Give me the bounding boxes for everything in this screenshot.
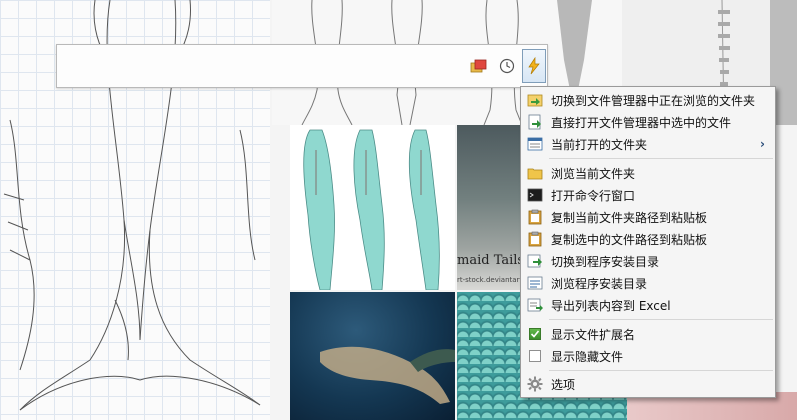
program-list-icon <box>527 275 543 291</box>
menu-item-switch-to-install-dir[interactable]: 切换到程序安装目录 <box>523 250 773 272</box>
photo-caption: maid Tails <box>457 253 522 268</box>
menu-item-show-hidden-files[interactable]: 显示隐藏文件 <box>523 345 773 367</box>
menu-item-browse-install-dir[interactable]: 浏览程序安装目录 <box>523 272 773 294</box>
program-folder-icon <box>527 253 543 269</box>
menu-item-copy-file-path[interactable]: 复制选中的文件路径到粘贴板 <box>523 228 773 250</box>
terminal-icon <box>527 187 543 203</box>
folder-switch-icon <box>527 92 543 108</box>
clock-icon[interactable] <box>498 57 516 75</box>
menu-separator <box>549 370 773 371</box>
clipboard-icon <box>527 231 543 247</box>
menu-item-show-file-extensions[interactable]: 显示文件扩展名 <box>523 323 773 345</box>
menu-item-open-command-prompt[interactable]: 打开命令行窗口 <box>523 184 773 206</box>
menu-item-current-open-folders[interactable]: 当前打开的文件夹 › <box>523 133 773 155</box>
mermaid-anatomy-image <box>290 125 455 290</box>
checkbox-checked-icon <box>527 326 543 342</box>
quick-access-menu: 切换到文件管理器中正在浏览的文件夹 直接打开文件管理器中选中的文件 当前打开的文… <box>520 86 776 398</box>
menu-separator <box>549 158 773 159</box>
checkbox-unchecked-icon <box>527 348 543 364</box>
submenu-arrow-icon: › <box>760 137 765 151</box>
folder-icon <box>527 165 543 181</box>
gear-icon <box>527 376 543 392</box>
export-icon <box>527 297 543 313</box>
menu-separator <box>549 319 773 320</box>
photo-subcaption: rt-stock.deviantart.com <box>457 276 522 284</box>
clipboard-icon <box>527 209 543 225</box>
underwater-photo <box>290 292 455 420</box>
folders-icon[interactable] <box>470 57 488 75</box>
lightning-icon[interactable] <box>522 49 546 83</box>
menu-item-export-to-excel[interactable]: 导出列表内容到 Excel <box>523 294 773 316</box>
menu-item-browse-current-folder[interactable]: 浏览当前文件夹 <box>523 162 773 184</box>
folder-list-icon <box>527 136 543 152</box>
menu-item-copy-folder-path[interactable]: 复制当前文件夹路径到粘贴板 <box>523 206 773 228</box>
menu-item-open-selected-file[interactable]: 直接打开文件管理器中选中的文件 <box>523 111 773 133</box>
menu-item-options[interactable]: 选项 <box>523 373 773 395</box>
path-input[interactable] <box>63 51 467 83</box>
open-file-icon <box>527 114 543 130</box>
menu-item-switch-to-browsing-folder[interactable]: 切换到文件管理器中正在浏览的文件夹 <box>523 89 773 111</box>
mermaid-tail-photo: maid Tails rt-stock.deviantart.com <box>457 125 522 290</box>
path-address-bar[interactable] <box>56 44 548 88</box>
